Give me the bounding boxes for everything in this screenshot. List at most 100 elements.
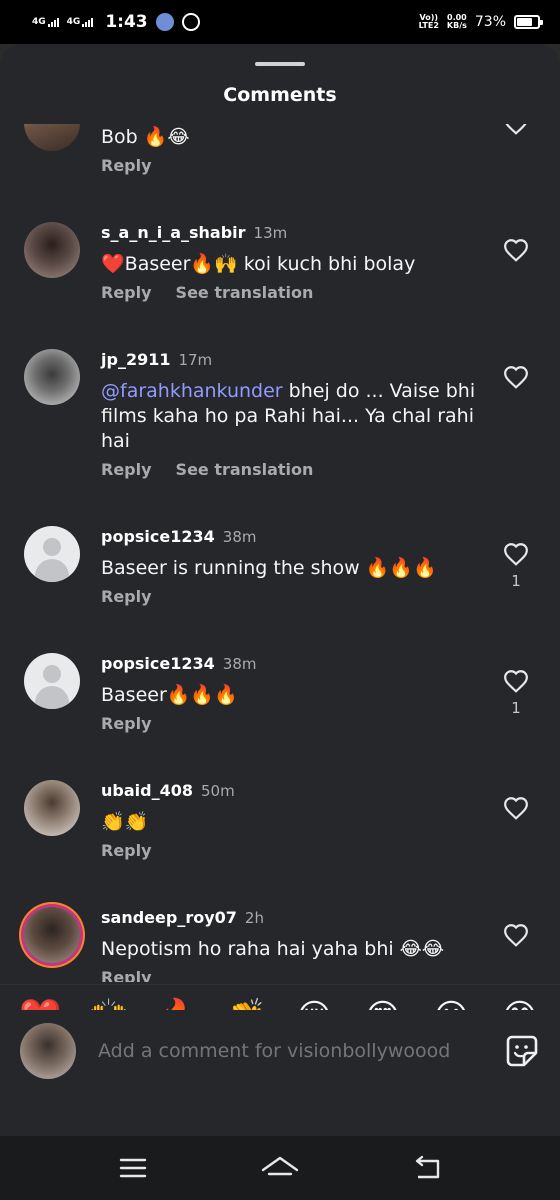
see-translation-button[interactable]: See translation (176, 283, 314, 302)
comment-actions: Reply (101, 714, 490, 733)
battery-icon (514, 15, 543, 29)
reply-button[interactable]: Reply (101, 283, 152, 302)
reply-button[interactable]: Reply (101, 968, 152, 982)
comment-item: jp_2911 17m @farahkhankunder bhej do ... … (0, 331, 560, 508)
comment-meta: popsice1234 38m (101, 526, 490, 548)
sticker-button[interactable] (504, 1033, 540, 1069)
comment-text: Baseer is running the show 🔥🔥🔥 (101, 557, 437, 579)
comment-meta: ubaid_408 50m (101, 780, 490, 802)
comment-username[interactable]: popsice1234 (101, 527, 215, 546)
heart-outline-icon (504, 670, 528, 693)
home-icon (261, 1156, 299, 1176)
comment-username[interactable]: popsice1234 (101, 654, 215, 673)
lte-label: LTE2 (418, 21, 439, 30)
like-button[interactable] (502, 365, 530, 389)
volte-indicator: Vo)) LTE2 (419, 14, 439, 30)
network-type-1: 4G (32, 17, 46, 27)
reply-button[interactable]: Reply (101, 714, 152, 733)
comment-meta: popsice1234 38m (101, 653, 490, 675)
system-nav-bar (0, 1136, 560, 1200)
vpn-icon (181, 13, 200, 31)
comment-item: xx_mussu_05_xx3m Bob 🔥😂 Reply (0, 124, 560, 204)
status-bar: 4G 4G 1:43 Vo)) LTE2 0.00 KB/s 73% (0, 0, 560, 44)
comment-actions: Reply See translation (101, 460, 490, 479)
heart-outline-icon (504, 797, 528, 820)
like-count: 1 (511, 572, 521, 590)
signal-1: 4G (32, 17, 59, 27)
like-button[interactable]: 1 (502, 669, 530, 717)
heart-outline-icon (504, 543, 528, 566)
back-button[interactable] (397, 1148, 457, 1188)
home-button[interactable] (250, 1148, 310, 1188)
sticker-icon (506, 1035, 538, 1067)
like-count: 1 (511, 699, 521, 717)
like-button[interactable] (502, 124, 530, 135)
comment-username[interactable]: ubaid_408 (101, 781, 193, 800)
comment-actions: Reply (101, 841, 490, 860)
battery-fill (517, 18, 532, 26)
comment-composer (0, 1010, 560, 1092)
speed-unit: KB/s (446, 21, 467, 30)
comment-input[interactable] (98, 1040, 492, 1062)
battery-percent: 73% (474, 14, 506, 30)
like-button[interactable] (502, 923, 530, 947)
comment-username[interactable]: jp_2911 (101, 350, 170, 369)
like-button[interactable] (502, 796, 530, 820)
user-photo-icon[interactable] (24, 222, 80, 278)
back-icon (415, 1155, 439, 1179)
heart-outline-icon (505, 124, 527, 135)
like-button[interactable]: 1 (502, 542, 530, 590)
drag-handle[interactable] (255, 62, 305, 66)
comment-text: ❤️Baseer🔥🙌 koi kuch bhi bolay (101, 253, 416, 275)
comment-item: popsice1234 38m Baseer🔥🔥🔥 Reply 1 (0, 635, 560, 762)
comment-meta: s_a_n_i_a_shabir 13m (101, 222, 490, 244)
comments-list[interactable]: xx_mussu_05_xx3m Bob 🔥😂 Reply s_a_n_i_a_… (0, 124, 560, 982)
sheet-title: Comments (223, 84, 337, 106)
comment-item: popsice1234 38m Baseer is running the sho… (0, 508, 560, 635)
signal-2: 4G (67, 17, 94, 27)
comment-text: Bob 🔥😂 (101, 126, 190, 148)
mention-link[interactable]: @farahkhankunder (101, 380, 283, 402)
comment-text: @farahkhankunder bhej do ... Vaise bhi f… (101, 379, 490, 454)
like-button[interactable] (502, 238, 530, 262)
comment-text: 👏👏 (101, 811, 149, 833)
app-notification-icon (155, 13, 174, 31)
network-type-2: 4G (66, 17, 81, 27)
see-translation-button[interactable]: See translation (176, 460, 314, 479)
comment-text: Nepotism ho raha hai yaha bhi 😂😂 (101, 938, 445, 960)
comment-item: s_a_n_i_a_shabir 13m ❤️Baseer🔥🙌 koi kuch … (0, 204, 560, 331)
comment-actions: Reply See translation (101, 283, 490, 302)
comment-username[interactable]: sandeep_roy07 (101, 908, 237, 927)
default-avatar-icon[interactable] (24, 526, 80, 582)
comment-item: ubaid_408 50m 👏👏 Reply (0, 762, 560, 889)
network-speed: 0.00 KB/s (447, 14, 467, 30)
heart-outline-icon (504, 366, 528, 389)
comment-text: Baseer🔥🔥🔥 (101, 684, 238, 706)
status-right: Vo)) LTE2 0.00 KB/s 73% (419, 14, 543, 30)
comment-meta: sandeep_roy07 2h (101, 907, 490, 929)
reply-button[interactable]: Reply (101, 841, 152, 860)
signal-bars-icon (82, 17, 94, 27)
heart-outline-icon (504, 239, 528, 262)
reply-button[interactable]: Reply (101, 156, 152, 175)
comment-actions: Reply (101, 587, 490, 606)
comment-username[interactable]: s_a_n_i_a_shabir (101, 223, 246, 242)
status-time: 1:43 (105, 12, 148, 32)
user-photo-icon[interactable] (24, 780, 80, 836)
user-photo-icon[interactable] (24, 349, 80, 405)
current-user-avatar (20, 1023, 76, 1079)
comment-actions: Reply (101, 156, 490, 175)
reply-button[interactable]: Reply (101, 587, 152, 606)
comment-time: 2h (244, 909, 264, 927)
status-left: 4G 4G 1:43 (32, 12, 200, 32)
story-ring-avatar-icon[interactable] (24, 907, 80, 963)
heart-outline-icon (504, 924, 528, 947)
comment-time: 13m (253, 224, 288, 242)
reply-button[interactable]: Reply (101, 460, 152, 479)
signal-bars-icon (47, 17, 59, 27)
menu-button[interactable] (103, 1148, 163, 1188)
comment-item: sandeep_roy07 2h Nepotism ho raha hai yah… (0, 889, 560, 982)
comment-time: 38m (222, 655, 257, 673)
default-avatar-icon[interactable] (24, 653, 80, 709)
user-photo-icon[interactable] (24, 124, 80, 151)
